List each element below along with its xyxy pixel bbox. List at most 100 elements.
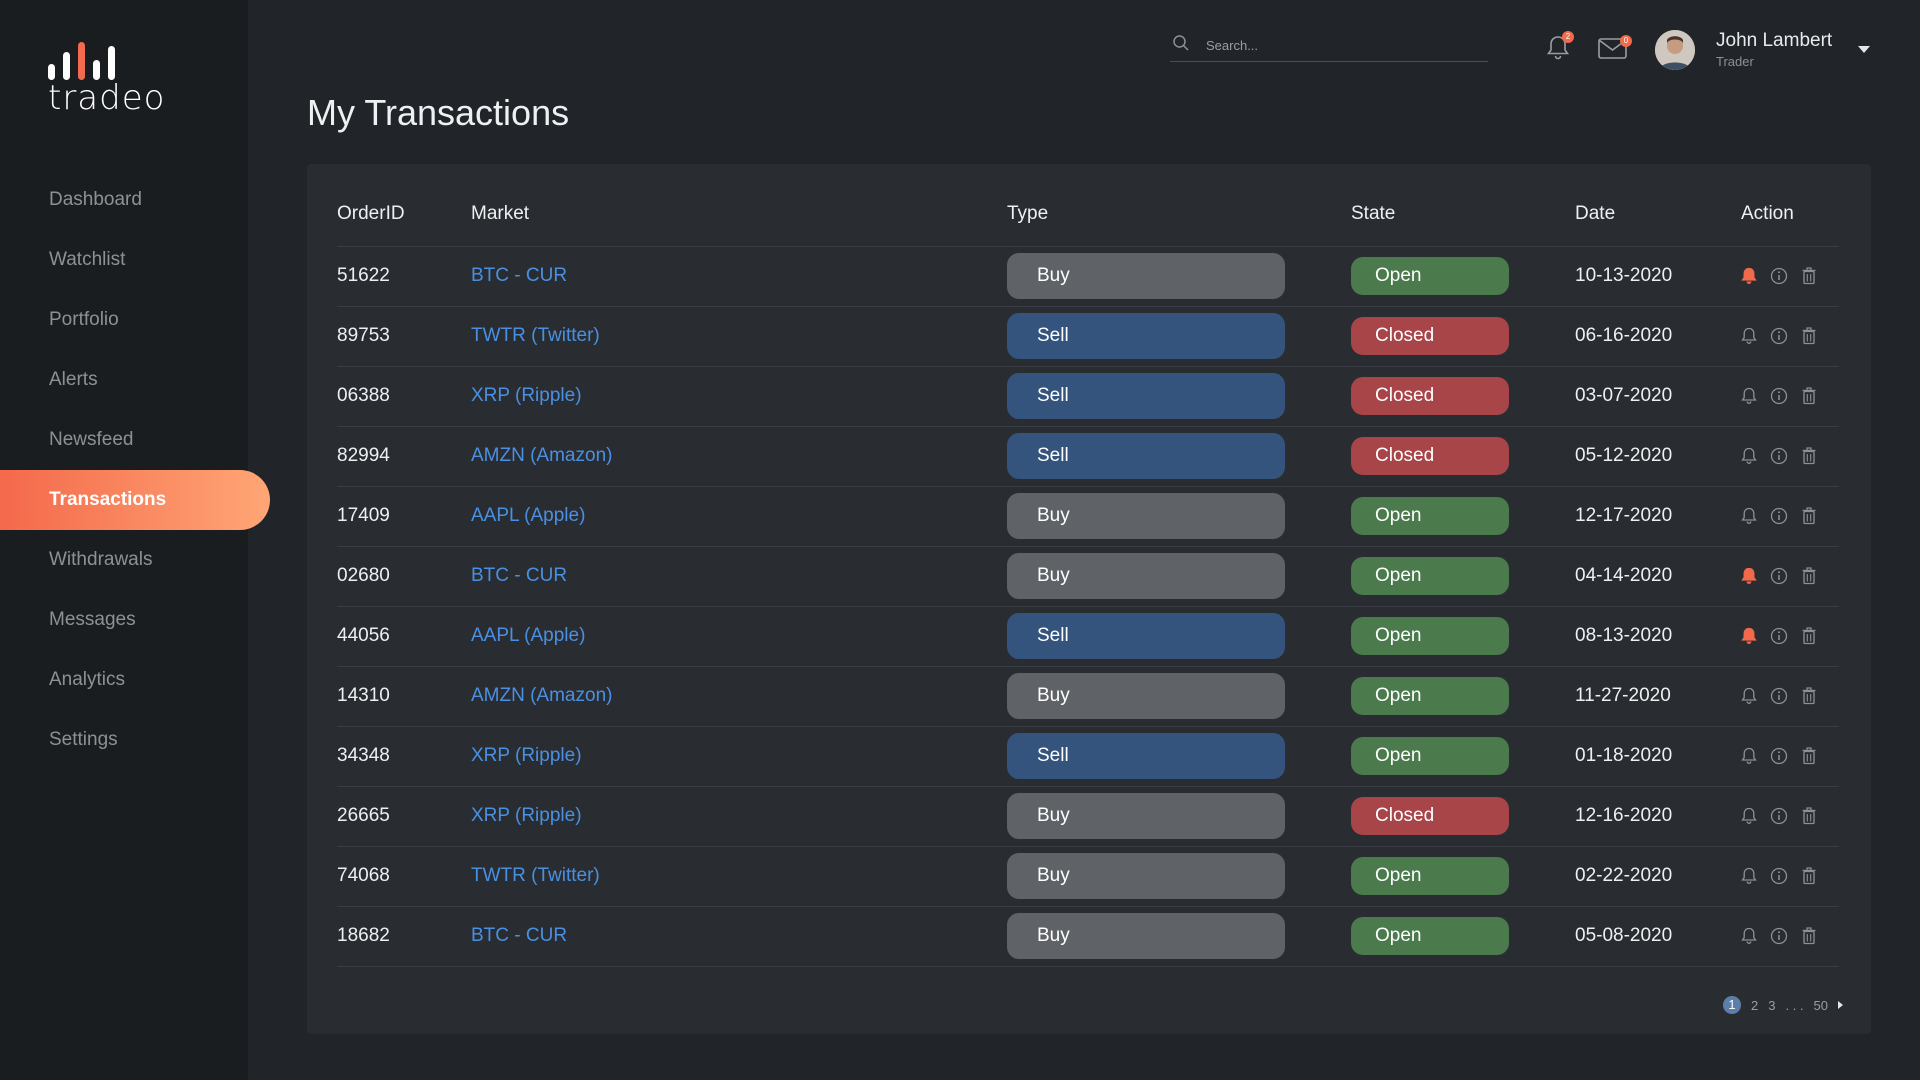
type-cell: Sell bbox=[1007, 306, 1351, 367]
action-cell bbox=[1741, 246, 1839, 307]
info-icon[interactable] bbox=[1770, 447, 1788, 465]
bell-active-icon[interactable] bbox=[1741, 267, 1757, 285]
info-icon[interactable] bbox=[1770, 387, 1788, 405]
type-badge: Buy bbox=[1007, 853, 1285, 899]
info-icon[interactable] bbox=[1770, 627, 1788, 645]
search-input[interactable] bbox=[1206, 32, 1476, 58]
order-id-cell: 02680 bbox=[337, 546, 471, 607]
sidebar-item-newsfeed[interactable]: Newsfeed bbox=[0, 410, 270, 470]
next-page-arrow-icon[interactable] bbox=[1838, 1001, 1843, 1009]
user-role: Trader bbox=[1716, 54, 1754, 69]
trash-icon[interactable] bbox=[1801, 687, 1817, 705]
market-link[interactable]: AAPL (Apple) bbox=[471, 606, 1007, 667]
state-cell: Open bbox=[1351, 606, 1575, 667]
col-header-action: Action bbox=[1741, 182, 1839, 247]
type-cell: Sell bbox=[1007, 606, 1351, 667]
trash-icon[interactable] bbox=[1801, 447, 1817, 465]
type-badge: Buy bbox=[1007, 553, 1285, 599]
bell-icon[interactable] bbox=[1741, 747, 1757, 765]
bell-active-icon[interactable] bbox=[1741, 627, 1757, 645]
market-link[interactable]: BTC - CUR bbox=[471, 546, 1007, 607]
order-id-cell: 06388 bbox=[337, 366, 471, 427]
sidebar-item-withdrawals[interactable]: Withdrawals bbox=[0, 530, 270, 590]
avatar[interactable] bbox=[1655, 30, 1695, 70]
messages-button[interactable]: 0 bbox=[1598, 35, 1632, 65]
trash-icon[interactable] bbox=[1801, 807, 1817, 825]
type-badge: Buy bbox=[1007, 493, 1285, 539]
action-cell bbox=[1741, 546, 1839, 607]
notifications-button[interactable]: 2 bbox=[1546, 31, 1574, 67]
trash-icon[interactable] bbox=[1801, 627, 1817, 645]
market-link[interactable]: BTC - CUR bbox=[471, 906, 1007, 967]
market-link[interactable]: TWTR (Twitter) bbox=[471, 306, 1007, 367]
trash-icon[interactable] bbox=[1801, 567, 1817, 585]
bell-active-icon[interactable] bbox=[1741, 567, 1757, 585]
col-header-state: State bbox=[1351, 182, 1575, 247]
trash-icon[interactable] bbox=[1801, 927, 1817, 945]
sidebar-item-dashboard[interactable]: Dashboard bbox=[0, 170, 270, 230]
trash-icon[interactable] bbox=[1801, 327, 1817, 345]
type-cell: Sell bbox=[1007, 366, 1351, 427]
sidebar-item-alerts[interactable]: Alerts bbox=[0, 350, 270, 410]
info-icon[interactable] bbox=[1770, 867, 1788, 885]
bell-icon[interactable] bbox=[1741, 807, 1757, 825]
bell-icon[interactable] bbox=[1741, 327, 1757, 345]
state-cell: Open bbox=[1351, 486, 1575, 547]
sidebar-item-messages[interactable]: Messages bbox=[0, 590, 270, 650]
page-3-button[interactable]: 3 bbox=[1768, 998, 1775, 1013]
market-link[interactable]: BTC - CUR bbox=[471, 246, 1007, 307]
user-menu-chevron-down-icon[interactable] bbox=[1858, 46, 1870, 53]
bell-icon[interactable] bbox=[1741, 687, 1757, 705]
order-id-cell: 89753 bbox=[337, 306, 471, 367]
action-cell bbox=[1741, 846, 1839, 907]
state-badge: Closed bbox=[1351, 437, 1509, 475]
market-link[interactable]: TWTR (Twitter) bbox=[471, 846, 1007, 907]
info-icon[interactable] bbox=[1770, 927, 1788, 945]
state-badge: Closed bbox=[1351, 317, 1509, 355]
page-1-button[interactable]: 1 bbox=[1723, 996, 1741, 1014]
brand-logo[interactable]: tradeo bbox=[48, 40, 165, 118]
market-link[interactable]: XRP (Ripple) bbox=[471, 366, 1007, 427]
pagination-ellipsis: . . . bbox=[1785, 997, 1804, 1013]
type-badge: Buy bbox=[1007, 253, 1285, 299]
sidebar-item-portfolio[interactable]: Portfolio bbox=[0, 290, 270, 350]
market-link[interactable]: AMZN (Amazon) bbox=[471, 426, 1007, 487]
info-icon[interactable] bbox=[1770, 567, 1788, 585]
state-badge: Open bbox=[1351, 857, 1509, 895]
market-link[interactable]: XRP (Ripple) bbox=[471, 786, 1007, 847]
info-icon[interactable] bbox=[1770, 747, 1788, 765]
bell-icon[interactable] bbox=[1741, 447, 1757, 465]
date-cell: 04-14-2020 bbox=[1575, 546, 1741, 607]
page-last-button[interactable]: 50 bbox=[1814, 998, 1828, 1013]
trash-icon[interactable] bbox=[1801, 507, 1817, 525]
bell-icon[interactable] bbox=[1741, 867, 1757, 885]
sidebar-item-analytics[interactable]: Analytics bbox=[0, 650, 270, 710]
bell-icon[interactable] bbox=[1741, 507, 1757, 525]
col-header-type: Type bbox=[1007, 182, 1351, 247]
info-icon[interactable] bbox=[1770, 267, 1788, 285]
trash-icon[interactable] bbox=[1801, 747, 1817, 765]
sidebar-item-watchlist[interactable]: Watchlist bbox=[0, 230, 270, 290]
sidebar-item-settings[interactable]: Settings bbox=[0, 710, 270, 770]
bell-icon[interactable] bbox=[1741, 927, 1757, 945]
market-link[interactable]: AAPL (Apple) bbox=[471, 486, 1007, 547]
info-icon[interactable] bbox=[1770, 327, 1788, 345]
info-icon[interactable] bbox=[1770, 507, 1788, 525]
state-cell: Closed bbox=[1351, 366, 1575, 427]
info-icon[interactable] bbox=[1770, 807, 1788, 825]
date-cell: 05-08-2020 bbox=[1575, 906, 1741, 967]
page-2-button[interactable]: 2 bbox=[1751, 998, 1758, 1013]
trash-icon[interactable] bbox=[1801, 867, 1817, 885]
info-icon[interactable] bbox=[1770, 687, 1788, 705]
trash-icon[interactable] bbox=[1801, 387, 1817, 405]
user-name[interactable]: John Lambert bbox=[1716, 30, 1832, 52]
bell-icon[interactable] bbox=[1741, 387, 1757, 405]
state-badge: Open bbox=[1351, 617, 1509, 655]
type-cell: Buy bbox=[1007, 846, 1351, 907]
market-link[interactable]: AMZN (Amazon) bbox=[471, 666, 1007, 727]
trash-icon[interactable] bbox=[1801, 267, 1817, 285]
state-badge: Closed bbox=[1351, 377, 1509, 415]
sidebar-item-transactions[interactable]: Transactions bbox=[0, 470, 270, 530]
market-link[interactable]: XRP (Ripple) bbox=[471, 726, 1007, 787]
state-cell: Open bbox=[1351, 246, 1575, 307]
